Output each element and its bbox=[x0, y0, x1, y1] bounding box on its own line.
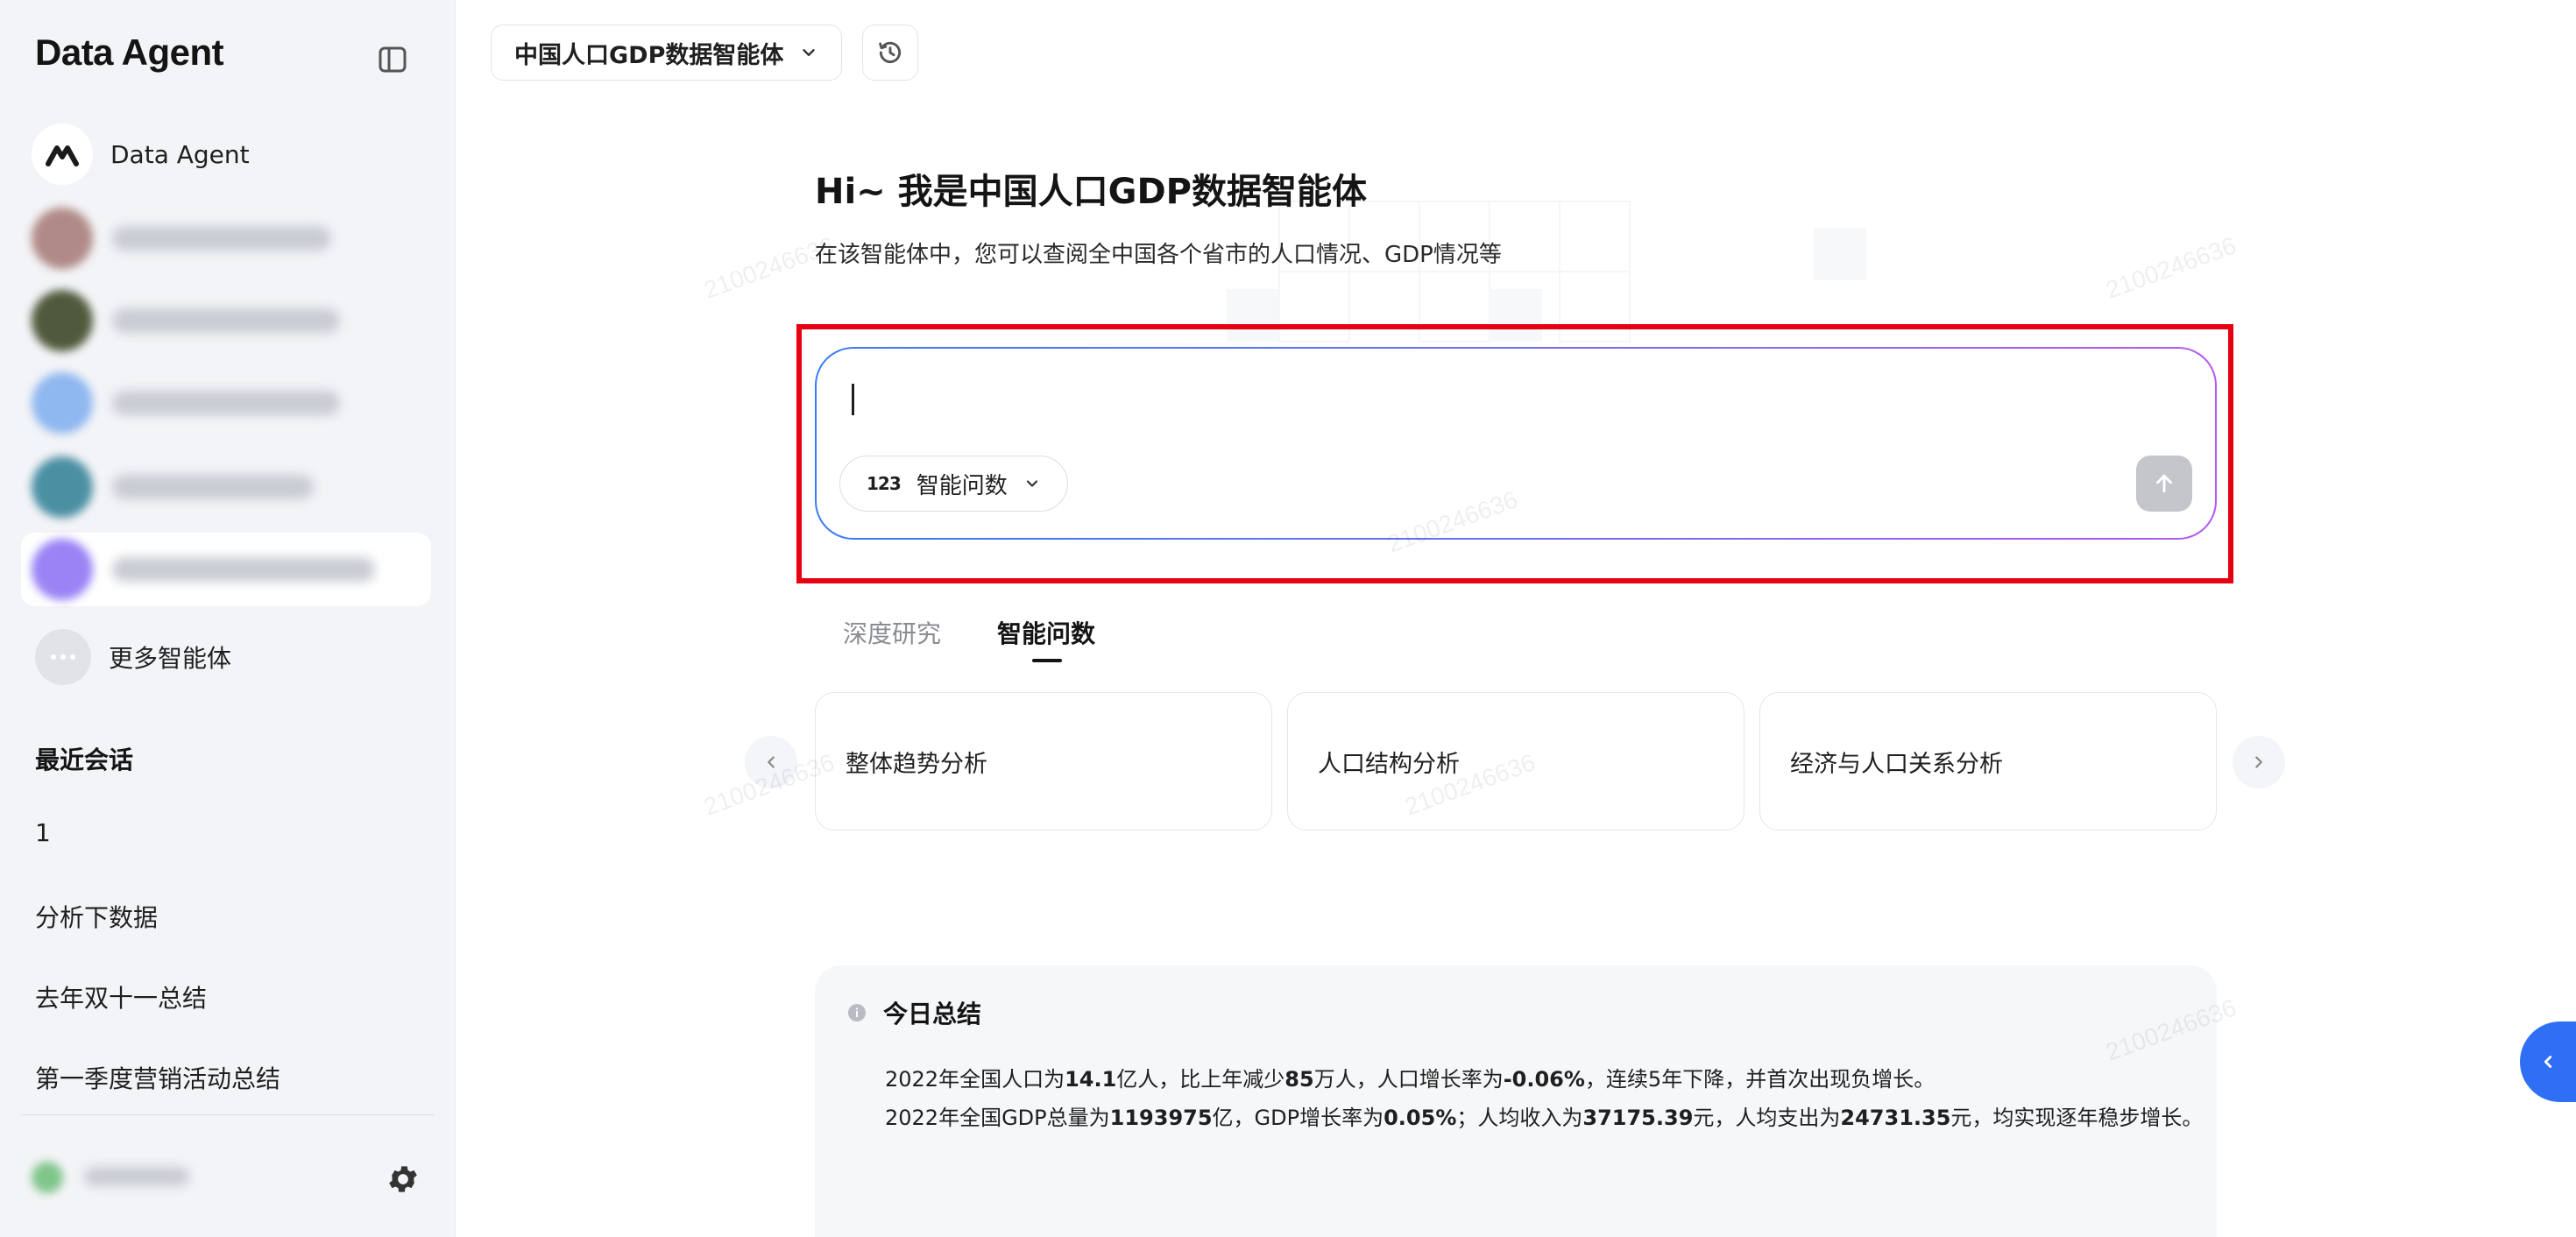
arrow-up-icon bbox=[2156, 474, 2172, 493]
recent-sessions-title: 最近会话 bbox=[35, 746, 134, 774]
mode-label: 智能问数 bbox=[916, 472, 1008, 499]
tab-deep-research[interactable]: 深度研究 bbox=[843, 615, 941, 650]
sidebar-item-agent-6-active[interactable] bbox=[21, 533, 431, 606]
send-button[interactable] bbox=[2136, 456, 2192, 512]
user-name-blurred bbox=[84, 1167, 189, 1186]
avatar bbox=[32, 290, 93, 351]
more-icon bbox=[35, 629, 91, 685]
agent-selector-label: 中国人口GDP数据智能体 bbox=[514, 41, 784, 69]
user-avatar[interactable] bbox=[32, 1162, 63, 1193]
history-button[interactable] bbox=[862, 25, 918, 81]
divider bbox=[21, 1114, 435, 1115]
avatar bbox=[32, 372, 93, 434]
tab-smart-query[interactable]: 智能问数 bbox=[997, 615, 1095, 650]
agent-selector-dropdown[interactable]: 中国人口GDP数据智能体 bbox=[491, 25, 843, 81]
sidebar-toggle-icon[interactable] bbox=[375, 44, 410, 75]
avatar bbox=[32, 539, 93, 600]
recent-session-item[interactable]: 去年双十一总结 bbox=[35, 979, 207, 1014]
summary-line-gdp: 2022年全国GDP总量为1193975亿，GDP增长率为0.05%；人均收入为… bbox=[885, 1106, 2204, 1130]
sidebar: Data Agent Data Agent 更多智能体 最近会话 1 分析下数据… bbox=[0, 0, 456, 1237]
sidebar-item-agent-4[interactable] bbox=[21, 366, 431, 440]
number-icon: 123 bbox=[867, 473, 902, 494]
side-panel-toggle[interactable] bbox=[2520, 1021, 2576, 1102]
recent-session-item[interactable]: 分析下数据 bbox=[35, 899, 158, 934]
page-title: Hi~ 我是中国人口GDP数据智能体 bbox=[815, 172, 1367, 212]
info-icon bbox=[848, 1004, 866, 1021]
sidebar-item-data-agent[interactable]: Data Agent bbox=[21, 117, 431, 191]
chevron-down-icon bbox=[1026, 480, 1037, 487]
blurred-label bbox=[112, 226, 331, 251]
brand-logo: Data Agent bbox=[35, 32, 224, 73]
data-agent-icon bbox=[32, 124, 93, 185]
blurred-label bbox=[112, 475, 314, 499]
blurred-label bbox=[112, 557, 375, 582]
avatar bbox=[32, 208, 93, 269]
gear-icon[interactable] bbox=[386, 1162, 421, 1197]
more-agents-button[interactable]: 更多智能体 bbox=[21, 620, 431, 694]
suggestion-card[interactable]: 整体趋势分析 bbox=[815, 692, 1272, 831]
recent-session-item[interactable]: 1 bbox=[35, 818, 51, 847]
blurred-label bbox=[112, 308, 340, 333]
sidebar-item-label: Data Agent bbox=[110, 139, 250, 169]
recent-session-item[interactable]: 第一季度营销活动总结 bbox=[35, 1060, 280, 1095]
suggestion-card[interactable]: 经济与人口关系分析 bbox=[1759, 692, 2217, 831]
avatar bbox=[32, 456, 93, 518]
watermark: 2100246636 bbox=[2102, 231, 2240, 304]
daily-summary-card: 今日总结 2022年全国人口为14.1亿人，比上年减少85万人，人口增长率为-0… bbox=[815, 965, 2217, 1237]
mode-selector[interactable]: 123 智能问数 bbox=[839, 456, 1068, 512]
more-agents-label: 更多智能体 bbox=[109, 644, 232, 673]
summary-title: 今日总结 bbox=[883, 1000, 982, 1028]
chevron-left-icon bbox=[2544, 1056, 2552, 1068]
chevron-right-icon bbox=[2255, 756, 2262, 768]
blurred-label bbox=[112, 391, 340, 415]
page-subtitle: 在该智能体中，您可以查阅全中国各个省市的人口情况、GDP情况等 bbox=[815, 242, 1502, 268]
tab-active-indicator bbox=[1032, 659, 1062, 662]
sidebar-item-agent-2[interactable] bbox=[21, 201, 431, 275]
summary-header: 今日总结 bbox=[846, 995, 981, 1030]
sidebar-item-agent-3[interactable] bbox=[21, 284, 431, 357]
sidebar-item-agent-5[interactable] bbox=[21, 450, 431, 524]
next-button[interactable] bbox=[2233, 736, 2285, 788]
text-caret bbox=[852, 384, 854, 415]
chevron-down-icon bbox=[803, 49, 816, 56]
summary-line-population: 2022年全国人口为14.1亿人，比上年减少85万人，人口增长率为-0.06%，… bbox=[885, 1067, 1936, 1092]
history-icon bbox=[879, 41, 902, 63]
